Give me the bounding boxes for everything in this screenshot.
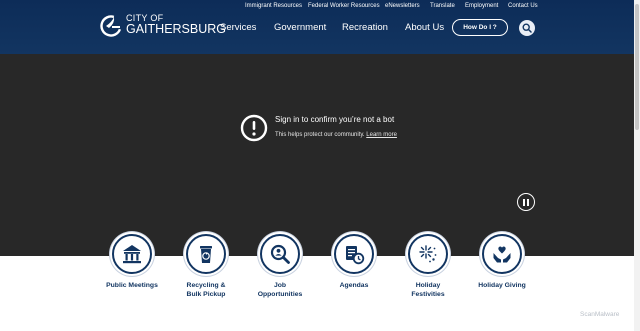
pause-icon [523,198,525,206]
quick-link-circle [186,234,226,274]
quick-link-public-meetings[interactable]: Public Meetings [95,234,169,291]
site-header: Immigrant Resources Federal Worker Resou… [0,0,640,54]
hero-video-area [0,54,640,256]
utility-link-immigrant-resources[interactable]: Immigrant Resources [245,3,302,9]
documents-clock-icon [346,246,365,265]
quick-link-label: Agendas [339,282,369,289]
quick-link-job-opportunities[interactable]: Job Opportunities [243,234,317,299]
nav-about-us[interactable]: About Us [405,22,444,33]
quick-link-label: Recycling & Bulk Pickup [186,282,226,298]
scanmalware-watermark: ScanMalware [580,311,620,318]
nav-government[interactable]: Government [274,22,326,33]
learn-more-link[interactable]: Learn more [366,132,397,138]
page: Immigrant Resources Federal Worker Resou… [0,0,640,331]
utility-link-translate[interactable]: Translate [430,3,455,9]
quick-link-circle [260,234,300,274]
building-icon [123,245,141,264]
logo-name-text: GAITHERSBURG [126,22,227,36]
quick-link-circle [482,234,522,274]
quick-link-circle [334,234,374,274]
magnifier-person-icon [270,244,290,264]
hands-heart-icon [493,246,511,263]
city-logo[interactable]: CITY OF GAITHERSBURG [100,13,226,37]
quick-link-label: Holiday Festivities [411,282,445,298]
quick-links: Public Meetings Recycling & Bulk Pickup [0,234,634,331]
quick-link-circle [112,234,152,274]
nav-services[interactable]: Services [220,22,256,33]
search-button[interactable] [519,20,535,36]
bot-check-subtitle-text: This helps protect our community. [275,132,365,138]
utility-nav: Immigrant Resources Federal Worker Resou… [245,3,545,11]
pause-button[interactable] [517,193,535,211]
quick-link-holiday-festivities[interactable]: Holiday Festivities [391,234,465,299]
quick-link-label: Job Opportunities [257,282,303,298]
recycling-bin-icon [200,246,212,263]
exclamation-circle-icon [240,114,268,142]
scrollbar-thumb[interactable] [635,4,639,130]
quick-link-label: Public Meetings [106,282,158,289]
fireworks-icon [419,245,437,263]
pause-icon-bar [527,198,529,206]
quick-link-label: Holiday Giving [478,282,526,289]
utility-link-employment[interactable]: Employment [465,3,498,9]
quick-link-recycling[interactable]: Recycling & Bulk Pickup [169,234,243,299]
logo-mark-icon [100,15,122,37]
bot-check-title: Sign in to confirm you’re not a bot [275,115,395,124]
quick-link-circle [408,234,448,274]
how-do-i-button[interactable]: How Do I ? [452,19,508,36]
utility-link-enewsletters[interactable]: eNewsletters [385,3,420,9]
quick-link-holiday-giving[interactable]: Holiday Giving [465,234,539,291]
utility-link-contact-us[interactable]: Contact Us [508,3,538,9]
utility-link-federal-worker-resources[interactable]: Federal Worker Resources [308,3,380,9]
search-icon [522,23,532,33]
nav-recreation[interactable]: Recreation [342,22,388,33]
quick-link-agendas[interactable]: Agendas [317,234,391,291]
bot-check-subtitle: This helps protect our community. Learn … [275,132,397,138]
page-scrollbar[interactable] [634,0,640,331]
